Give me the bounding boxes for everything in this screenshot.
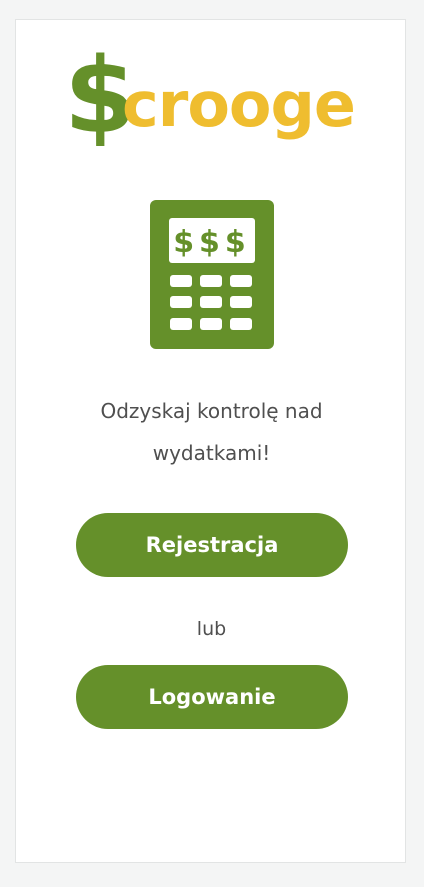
tagline: Odzyskaj kontrolę nad wydatkami!	[100, 399, 323, 465]
calculator-icon: $$$	[150, 200, 274, 349]
logo-wordmark: crooge	[122, 68, 355, 141]
or-separator: lub	[196, 618, 227, 640]
app-logo: $ crooge	[64, 46, 364, 146]
register-button[interactable]: Rejestracja	[76, 513, 348, 577]
login-button[interactable]: Logowanie	[76, 665, 348, 729]
calculator-display-text: $$$	[173, 225, 251, 260]
calculator-keys	[170, 275, 252, 330]
logo-svg: $ crooge	[64, 46, 356, 146]
welcome-card: $ crooge $$$ Odzyskaj kontrolę nad wydat…	[15, 19, 406, 863]
